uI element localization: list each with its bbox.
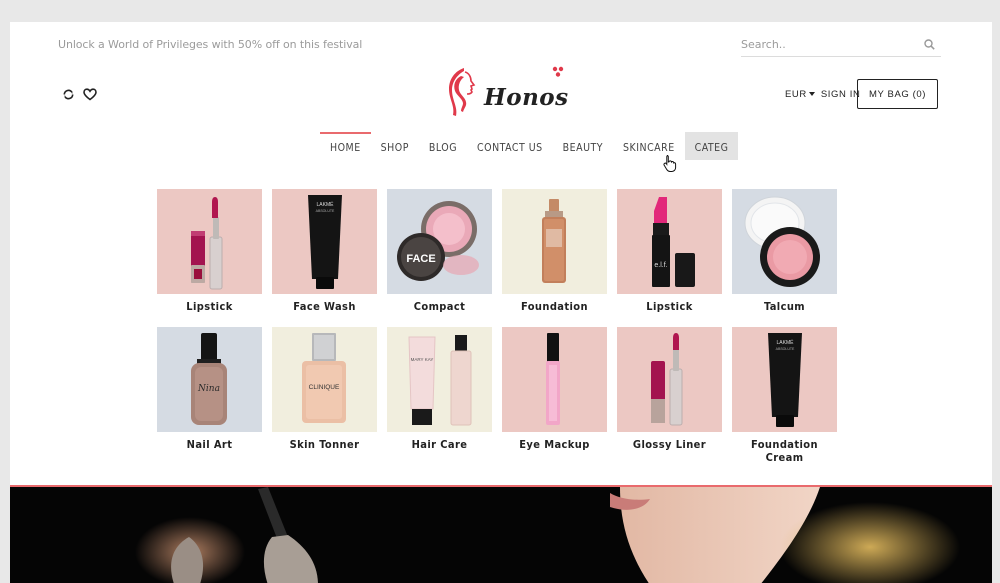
nav-item-beauty[interactable]: BEAUTY bbox=[553, 132, 613, 160]
category-item-face-wash[interactable]: LAKMÉ ABSOLUTE Face Wash bbox=[272, 189, 377, 313]
product-image[interactable]: MARY KAY bbox=[387, 327, 492, 432]
category-label: Skin Tonner bbox=[289, 438, 360, 451]
category-grid: Lipstick LAKMÉ ABSOLUTE Face Wash FACE C… bbox=[157, 189, 837, 478]
nav-item-shop[interactable]: SHOP bbox=[371, 132, 419, 160]
mary-kay-text: MARY KAY bbox=[411, 357, 434, 362]
product-image[interactable]: e.l.f. bbox=[617, 189, 722, 294]
nina-text: Nina bbox=[197, 384, 220, 394]
search-box[interactable] bbox=[741, 34, 941, 57]
product-image[interactable]: LAKMÉ ABSOLUTE bbox=[272, 189, 377, 294]
compact-image: FACE bbox=[397, 201, 479, 281]
gloss-liner-image bbox=[651, 333, 683, 426]
heart-icon[interactable] bbox=[83, 88, 97, 101]
hand-cursor-icon bbox=[663, 155, 677, 172]
category-label: Face Wash bbox=[293, 300, 356, 313]
category-item-eye-mackup[interactable]: Eye Mackup bbox=[502, 327, 607, 464]
face-wash-tube-image: LAKMÉ ABSOLUTE bbox=[308, 195, 342, 289]
category-label: Compact bbox=[413, 300, 466, 313]
nav-item-categ[interactable]: CATEG bbox=[684, 132, 739, 160]
product-image[interactable]: LAKMÉ ABSOLUTE bbox=[732, 327, 837, 432]
brand-text: LAKMÉ bbox=[317, 201, 335, 208]
logo-text: Honos bbox=[484, 84, 569, 111]
product-image[interactable] bbox=[732, 189, 837, 294]
caret-down-icon bbox=[808, 92, 815, 97]
category-item-skin-tonner[interactable]: CLINIQUE Skin Tonner bbox=[272, 327, 377, 464]
category-label: Nail Art bbox=[186, 438, 233, 451]
category-item-lipstick[interactable]: Lipstick bbox=[157, 189, 262, 313]
category-item-nail-art[interactable]: Nina Nail Art bbox=[157, 327, 262, 464]
elf-text: e.l.f. bbox=[654, 262, 667, 269]
category-item-foundation-cream[interactable]: LAKMÉ ABSOLUTE Foundation Cream bbox=[732, 327, 837, 464]
compact-face-text: FACE bbox=[406, 253, 435, 265]
clinique-text: CLINIQUE bbox=[309, 384, 340, 391]
account-links: EUR SIGN IN bbox=[785, 89, 860, 100]
hair-care-image: MARY KAY bbox=[408, 335, 472, 426]
category-item-foundation[interactable]: Foundation bbox=[502, 189, 607, 313]
product-image[interactable] bbox=[157, 189, 262, 294]
nail-polish-image: Nina bbox=[191, 333, 227, 425]
category-item-glossy-liner[interactable]: Glossy Liner bbox=[617, 327, 722, 464]
product-image[interactable]: CLINIQUE bbox=[272, 327, 377, 432]
category-label: Foundation bbox=[521, 300, 588, 313]
product-image[interactable] bbox=[502, 327, 607, 432]
category-row: Nina Nail Art CLINIQUE Skin Tonner MARY … bbox=[157, 327, 837, 464]
lipstick-image: e.l.f. bbox=[652, 197, 695, 287]
hero-banner-image bbox=[135, 487, 960, 583]
category-label: Foundation Cream bbox=[751, 438, 818, 464]
product-image[interactable]: Nina bbox=[157, 327, 262, 432]
logo[interactable]: Honos bbox=[440, 66, 568, 120]
nav-item-blog[interactable]: BLOG bbox=[419, 132, 467, 160]
category-item-compact[interactable]: FACE Compact bbox=[387, 189, 492, 313]
cream-tube-image: LAKMÉ ABSOLUTE bbox=[768, 333, 802, 427]
product-image[interactable] bbox=[502, 189, 607, 294]
category-label: Hair Care bbox=[411, 438, 468, 451]
product-image[interactable]: FACE bbox=[387, 189, 492, 294]
category-item-lipstick-2[interactable]: e.l.f. Lipstick bbox=[617, 189, 722, 313]
category-label: Talcum bbox=[763, 300, 806, 313]
talcum-compact-image bbox=[744, 196, 820, 287]
category-row: Lipstick LAKMÉ ABSOLUTE Face Wash FACE C… bbox=[157, 189, 837, 313]
header-icons bbox=[62, 88, 97, 101]
lip-gloss-tube-image bbox=[546, 333, 560, 425]
brand-sub-text: ABSOLUTE bbox=[316, 209, 335, 213]
nav-item-home[interactable]: HOME bbox=[320, 132, 371, 160]
currency-label: EUR bbox=[785, 89, 807, 100]
hero-banner bbox=[10, 485, 992, 583]
my-bag-button[interactable]: MY BAG (0) bbox=[857, 79, 938, 109]
sign-in-link[interactable]: SIGN IN bbox=[821, 89, 861, 100]
category-label: Lipstick bbox=[186, 300, 233, 313]
search-icon[interactable] bbox=[924, 39, 935, 50]
category-item-talcum[interactable]: Talcum bbox=[732, 189, 837, 313]
page: Unlock a World of Privileges with 50% of… bbox=[10, 22, 992, 583]
refresh-icon[interactable] bbox=[62, 88, 75, 101]
nav-item-contact-us[interactable]: CONTACT US bbox=[467, 132, 553, 160]
logo-dots-icon bbox=[552, 66, 564, 77]
foundation-bottle-image bbox=[542, 199, 566, 283]
category-label: Eye Mackup bbox=[519, 438, 590, 451]
category-item-hair-care[interactable]: MARY KAY Hair Care bbox=[387, 327, 492, 464]
brand-text: LAKMÉ bbox=[777, 339, 795, 346]
clinique-bottle-image: CLINIQUE bbox=[302, 333, 346, 423]
product-image[interactable] bbox=[617, 327, 722, 432]
promo-text: Unlock a World of Privileges with 50% of… bbox=[58, 38, 363, 51]
currency-selector[interactable]: EUR bbox=[785, 89, 815, 100]
category-label: Lipstick bbox=[646, 300, 693, 313]
brand-sub-text: ABSOLUTE bbox=[776, 347, 795, 351]
logo-face-icon bbox=[449, 68, 476, 116]
search-input[interactable] bbox=[741, 34, 911, 54]
category-label: Glossy Liner bbox=[632, 438, 707, 451]
lip-gloss-image bbox=[191, 197, 223, 290]
